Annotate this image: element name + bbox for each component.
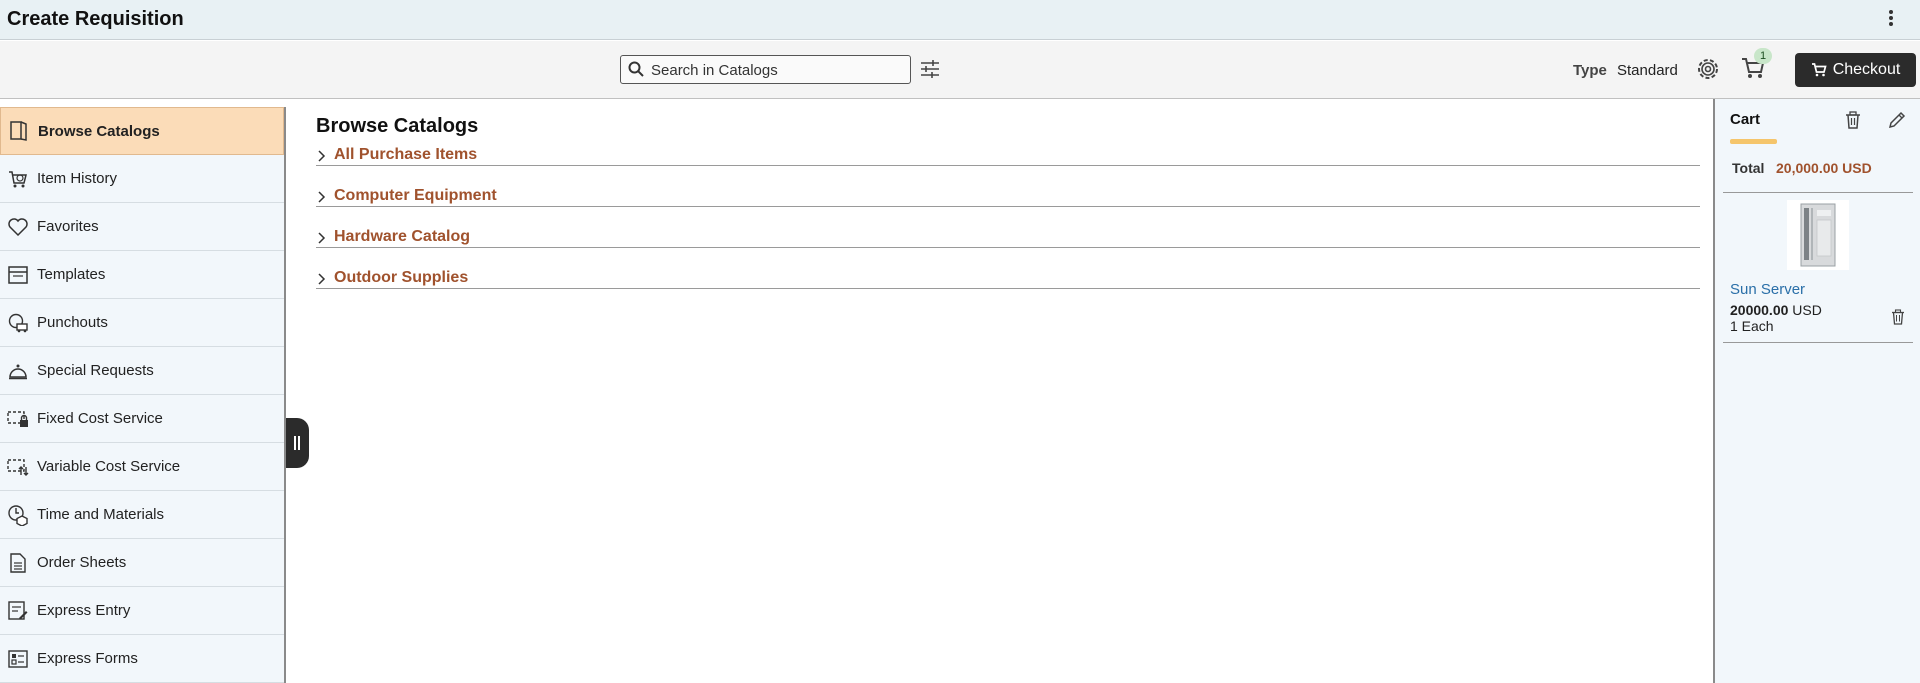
chevron-right-icon bbox=[316, 150, 330, 162]
time-materials-icon bbox=[7, 504, 29, 526]
sidebar-item-variable-cost-service[interactable]: Variable Cost Service bbox=[0, 443, 284, 491]
search-input[interactable] bbox=[651, 60, 901, 80]
heart-icon bbox=[7, 216, 29, 238]
sidebar-item-favorites[interactable]: Favorites bbox=[0, 203, 284, 251]
sidebar-item-label: Browse Catalogs bbox=[38, 122, 160, 140]
sidebar-item-label: Express Forms bbox=[37, 650, 138, 667]
gear-icon[interactable] bbox=[1696, 57, 1720, 81]
cart-panel: Cart Total 20,000.00 USD Sun Server 2000… bbox=[1713, 99, 1920, 683]
checkout-button[interactable]: Checkout bbox=[1795, 53, 1916, 87]
trash-icon[interactable] bbox=[1845, 111, 1861, 129]
category-row-outdoor-supplies[interactable]: Outdoor Supplies bbox=[316, 248, 1700, 289]
category-row-hardware-catalog[interactable]: Hardware Catalog bbox=[316, 207, 1700, 248]
form-icon bbox=[7, 648, 29, 670]
type-value[interactable]: Standard bbox=[1617, 62, 1678, 79]
history-cart-icon bbox=[7, 168, 29, 190]
chevron-right-icon bbox=[316, 232, 330, 244]
checkout-label: Checkout bbox=[1832, 61, 1901, 78]
cart-item-amount: 20000.00 bbox=[1730, 302, 1789, 318]
filter-settings-icon[interactable] bbox=[919, 58, 941, 80]
cart-title-underline bbox=[1730, 139, 1777, 144]
chevron-right-icon bbox=[316, 273, 330, 285]
cart-item-price: 20000.00 USD bbox=[1730, 302, 1822, 318]
sidebar-item-label: Time and Materials bbox=[37, 506, 164, 523]
sidebar-collapse-handle[interactable] bbox=[286, 418, 309, 468]
sidebar-item-label: Favorites bbox=[37, 218, 99, 235]
sidebar-item-browse-catalogs[interactable]: Browse Catalogs bbox=[0, 107, 284, 155]
sidebar-item-special-requests[interactable]: Special Requests bbox=[0, 347, 284, 395]
type-label: Type bbox=[1573, 62, 1607, 79]
product-image-server[interactable] bbox=[1787, 200, 1849, 270]
book-icon bbox=[8, 120, 30, 142]
sidebar-item-punchouts[interactable]: Punchouts bbox=[0, 299, 284, 347]
cart-item-name-link[interactable]: Sun Server bbox=[1730, 281, 1805, 298]
cart-item-quantity: 1 Each bbox=[1730, 318, 1774, 334]
sidebar-item-fixed-cost-service[interactable]: Fixed Cost Service bbox=[0, 395, 284, 443]
cart-icon bbox=[1811, 63, 1827, 77]
sidebar-item-label: Punchouts bbox=[37, 314, 108, 331]
cart-total-label: Total bbox=[1732, 160, 1765, 176]
title-bar: Create Requisition bbox=[0, 0, 1920, 40]
more-options-icon[interactable] bbox=[1888, 10, 1894, 30]
sidebar-item-label: Templates bbox=[37, 266, 106, 283]
sidebar-item-label: Item History bbox=[37, 170, 118, 187]
chevron-right-icon bbox=[316, 191, 330, 203]
punchout-icon bbox=[7, 312, 29, 334]
sidebar-item-time-and-materials[interactable]: Time and Materials bbox=[0, 491, 284, 539]
sidebar-item-item-history[interactable]: Item History bbox=[0, 155, 284, 203]
toolbar: Type Standard 1 Checkout bbox=[0, 41, 1920, 99]
sidebar-item-express-entry[interactable]: Express Entry bbox=[0, 587, 284, 635]
cart-title: Cart bbox=[1730, 111, 1761, 128]
sidebar: Browse Catalogs Item History Favorites T… bbox=[0, 107, 286, 683]
category-label: Hardware Catalog bbox=[334, 228, 471, 245]
divider bbox=[1723, 342, 1913, 343]
sidebar-item-label: Variable Cost Service bbox=[37, 458, 181, 475]
sidebar-item-label: Special Requests bbox=[37, 362, 154, 379]
sidebar-item-templates[interactable]: Templates bbox=[0, 251, 284, 299]
cart-item-currency: USD bbox=[1792, 302, 1822, 318]
document-icon bbox=[7, 552, 29, 574]
category-row-all-purchase-items[interactable]: All Purchase Items bbox=[316, 146, 1700, 166]
fixed-cost-icon bbox=[7, 408, 29, 430]
express-entry-icon bbox=[7, 600, 29, 622]
main-content: Browse Catalogs All Purchase Items Compu… bbox=[316, 107, 1700, 289]
category-row-computer-equipment[interactable]: Computer Equipment bbox=[316, 166, 1700, 207]
sidebar-item-label: Fixed Cost Service bbox=[37, 410, 163, 427]
category-label: Computer Equipment bbox=[334, 187, 497, 204]
cart-total-value: 20,000.00 USD bbox=[1776, 160, 1872, 176]
sidebar-item-order-sheets[interactable]: Order Sheets bbox=[0, 539, 284, 587]
sidebar-item-label: Express Entry bbox=[37, 602, 131, 619]
trash-icon[interactable] bbox=[1891, 309, 1905, 325]
search-box[interactable] bbox=[620, 55, 911, 84]
page-title: Create Requisition bbox=[7, 8, 184, 30]
sidebar-item-label: Order Sheets bbox=[37, 554, 127, 571]
divider bbox=[1723, 192, 1913, 193]
search-icon bbox=[628, 61, 644, 77]
template-icon bbox=[7, 264, 29, 286]
sidebar-item-express-forms[interactable]: Express Forms bbox=[0, 635, 284, 683]
category-label: Outdoor Supplies bbox=[334, 269, 469, 286]
section-heading: Browse Catalogs bbox=[316, 115, 479, 137]
category-label: All Purchase Items bbox=[334, 146, 478, 163]
bell-icon bbox=[7, 360, 29, 382]
edit-pencil-icon[interactable] bbox=[1888, 111, 1906, 129]
cart-count-badge: 1 bbox=[1754, 48, 1772, 64]
variable-cost-icon bbox=[7, 456, 29, 478]
